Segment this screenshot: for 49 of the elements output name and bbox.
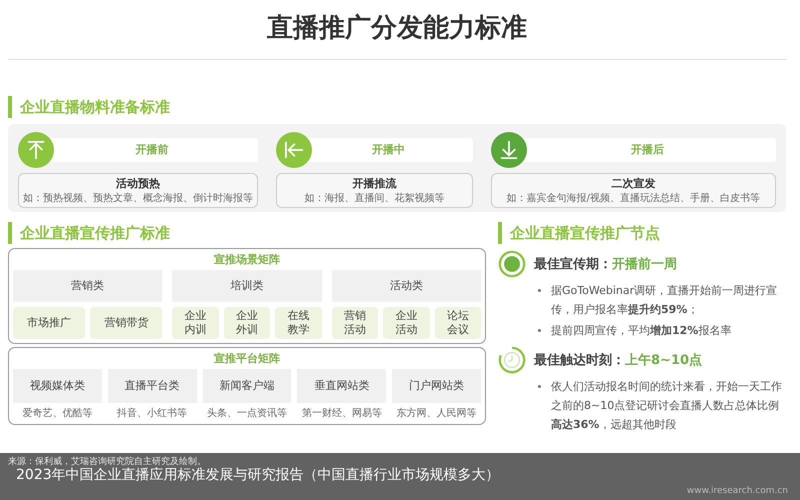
website-url: www.iresearch.com.cn	[686, 486, 788, 496]
stage-name: 二次宣发	[610, 176, 656, 191]
stage-examples: 如：海报、直播间、花絮视频等	[303, 192, 446, 205]
section-heading: 企业直播物料准备标准	[8, 96, 786, 118]
section-heading: 企业直播宣传推广标准	[8, 222, 486, 244]
scene-tag: 市场推广	[13, 307, 86, 339]
scene-tag: 企业活动	[383, 307, 430, 339]
platform-category: 直播平台类	[108, 369, 197, 403]
bullet-icon	[538, 385, 541, 388]
stage-examples: 如：嘉宾金句海报/视频、直播玩法总结、手册、白皮书等	[506, 192, 762, 205]
page-title: 直播推广分发能力标准	[8, 0, 786, 60]
matrix-title: 宣推平台矩阵	[213, 351, 281, 366]
stage-name: 活动预热	[115, 176, 161, 191]
platform-category: 垂直网站类	[297, 369, 386, 403]
scene-tag: 营销带货	[90, 307, 162, 339]
scene-tag: 论坛会议	[434, 307, 481, 339]
point-label: 最佳宣传期：	[534, 256, 612, 273]
bullet-icon	[538, 289, 541, 292]
bullet-text: 据GoToWebinar调研，直播开始前一周进行宣传，用户报名率提升约59%；	[551, 283, 778, 318]
section-heading: 企业直播宣传推广节点	[498, 222, 786, 244]
download-icon	[490, 132, 527, 168]
platform-category: 视频媒体类	[13, 369, 102, 403]
scene-tag: 企业外训	[224, 307, 270, 339]
caption-text: 2023年中国企业直播应用标准发展与研究报告（中国直播行业市场规模多大）	[16, 466, 500, 484]
platform-category: 新闻客户端	[202, 369, 292, 403]
source-note: 来源：保利威，艾瑞咨询研究院自主研究及绘制。	[8, 456, 206, 467]
platform-examples: 头条、一点资讯等	[206, 406, 288, 420]
target-icon	[498, 250, 526, 278]
bullet-icon	[538, 329, 541, 332]
point-value: 上午8~10点	[625, 352, 702, 369]
platform-examples: 第一财经、网易等	[300, 406, 383, 420]
scene-tag: 在线教学	[275, 307, 322, 339]
category-header: 营销类	[13, 270, 162, 302]
category-header: 培训类	[172, 270, 322, 302]
stage-examples: 如：预热视频、预热文章、概念海报、倒计时海报等	[23, 192, 253, 205]
scene-tag: 企业内训	[172, 307, 219, 339]
category-header: 活动类	[332, 270, 481, 302]
platform-category: 门户网站类	[392, 369, 481, 403]
stage-name: 开播推流	[351, 176, 398, 191]
platform-examples: 东方网、人民网等	[396, 406, 478, 420]
bullet-text: 依人们活动报名时间的统计来看，开始一天工作之前的8~10点登记研讨会直播人数占总体比例高达36%，远超其他时段	[551, 379, 783, 433]
point-value: 开播前一周	[612, 256, 677, 273]
bullet-text: 提前四周宣传，平均增加12%报名率	[551, 323, 732, 339]
scene-tag: 营销活动	[332, 307, 378, 339]
platform-examples: 爱奇艺、优酷等	[21, 406, 94, 420]
matrix-title: 宣推场景矩阵	[213, 252, 281, 267]
platform-examples: 抖音、小红书等	[116, 406, 188, 420]
point-label: 最佳触达时刻：	[534, 352, 625, 369]
clock-icon	[498, 346, 526, 374]
